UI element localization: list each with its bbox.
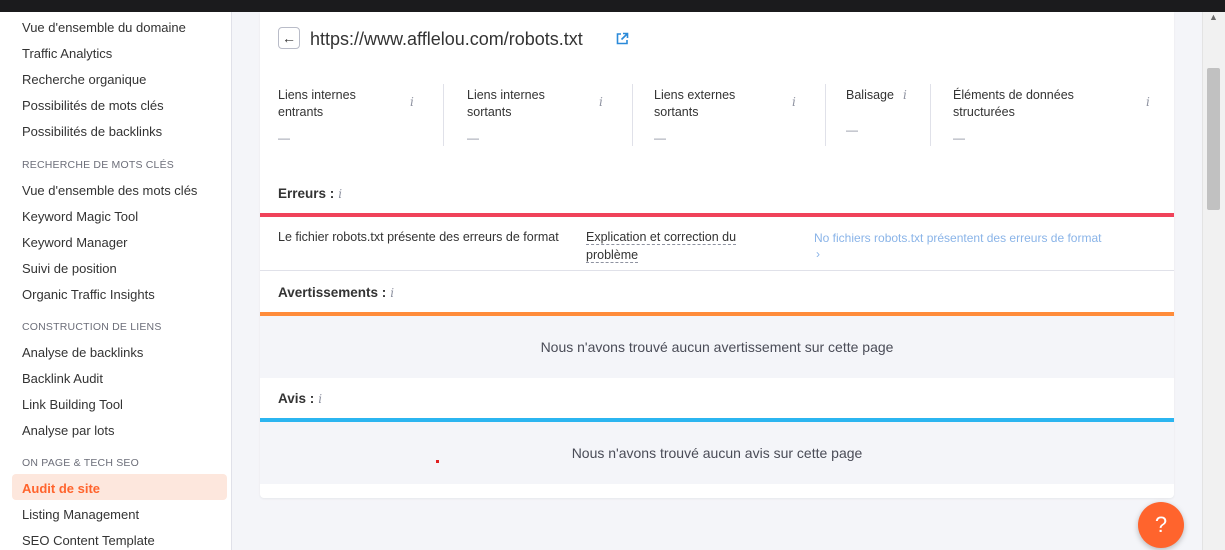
sidebar-item-site-audit[interactable]: Audit de site	[22, 481, 100, 497]
metric-value: —	[654, 131, 666, 145]
sidebar-item-organic-traffic-insights[interactable]: Organic Traffic Insights	[22, 287, 155, 303]
warnings-title-text: Avertissements :	[278, 285, 387, 300]
errors-title: Erreurs :i	[278, 186, 342, 201]
metric-value: —	[467, 131, 479, 145]
page-url: https://www.afflelou.com/robots.txt	[310, 29, 583, 49]
error-status-text[interactable]: No fichiers robots.txt présentent des er…	[814, 230, 1101, 246]
sidebar-item-position-tracking[interactable]: Suivi de position	[22, 261, 117, 277]
info-icon[interactable]: i	[792, 95, 796, 109]
sidebar-item-listing-management[interactable]: Listing Management	[22, 507, 139, 523]
sidebar-item-keyword-magic-tool[interactable]: Keyword Magic Tool	[22, 209, 138, 225]
metric-value: —	[278, 131, 290, 145]
sidebar-item-traffic-analytics[interactable]: Traffic Analytics	[22, 46, 112, 62]
page-scrollbar[interactable]: ▲	[1202, 12, 1225, 550]
info-icon[interactable]: i	[1146, 95, 1150, 109]
metric-label: Éléments de données structurées	[953, 88, 1074, 119]
info-icon[interactable]: i	[599, 95, 603, 109]
sidebar-item-seo-content-template[interactable]: SEO Content Template	[22, 533, 155, 549]
metric-label: Liens internes entrants	[278, 88, 356, 119]
info-icon[interactable]: i	[390, 286, 394, 300]
metric-outgoing-internal-links: Liens internes sortants i —	[467, 87, 617, 147]
sidebar-item-backlink-gap[interactable]: Possibilités de backlinks	[22, 124, 162, 140]
row-divider	[260, 270, 1174, 271]
metric-value: —	[953, 131, 965, 145]
notices-title: Avis :i	[278, 391, 322, 406]
sidebar-section-link-building: CONSTRUCTION DE LIENS	[22, 321, 162, 333]
scroll-up-arrow-icon[interactable]: ▲	[1209, 12, 1218, 22]
info-icon[interactable]: i	[338, 187, 342, 201]
metric-outgoing-external-links: Liens externes sortants i —	[654, 87, 804, 147]
metric-divider	[825, 84, 826, 146]
info-icon[interactable]: i	[410, 95, 414, 109]
sidebar-item-link-building-tool[interactable]: Link Building Tool	[22, 397, 123, 413]
help-button[interactable]: ?	[1138, 502, 1184, 548]
warnings-title: Avertissements :i	[278, 285, 394, 300]
page-report-card: ← https://www.afflelou.com/robots.txt Li…	[260, 12, 1174, 498]
error-status-link[interactable]: No fichiers robots.txt présentent des er…	[814, 230, 1101, 262]
arrow-left-icon: ←	[282, 30, 296, 46]
sidebar-section-onpage-tech-seo: ON PAGE & TECH SEO	[22, 457, 139, 469]
main-content: ← https://www.afflelou.com/robots.txt Li…	[232, 12, 1202, 550]
error-fix-link-text[interactable]: Explication et correction du problème	[586, 230, 737, 263]
metric-incoming-internal-links: Liens internes entrants i —	[278, 87, 428, 147]
notices-title-text: Avis :	[278, 391, 315, 406]
metric-label: Liens internes sortants	[467, 88, 545, 119]
sidebar-item-backlink-analytics[interactable]: Analyse de backlinks	[22, 345, 143, 361]
sidebar-item-keyword-overview[interactable]: Vue d'ensemble des mots clés	[22, 183, 197, 199]
sidebar-item-bulk-analysis[interactable]: Analyse par lots	[22, 423, 115, 439]
errors-title-text: Erreurs :	[278, 186, 335, 201]
notices-empty-state: Nous n'avons trouvé aucun avis sur cette…	[260, 422, 1174, 484]
sidebar-section-keyword-research: RECHERCHE DE MOTS CLÉS	[22, 159, 175, 171]
error-issue-text: Le fichier robots.txt présente des erreu…	[278, 230, 559, 244]
back-button[interactable]: ←	[278, 27, 300, 49]
scroll-thumb[interactable]	[1207, 68, 1220, 210]
sidebar-item-backlink-audit[interactable]: Backlink Audit	[22, 371, 103, 387]
sidebar-item-keyword-manager[interactable]: Keyword Manager	[22, 235, 128, 251]
metric-structured-data-items: Éléments de données structurées i —	[953, 87, 1153, 147]
metric-label: Liens externes sortants	[654, 88, 736, 119]
info-icon[interactable]: i	[903, 88, 907, 102]
metric-markup: Balisage i —	[846, 87, 936, 147]
sidebar-item-domain-overview[interactable]: Vue d'ensemble du domaine	[22, 20, 186, 36]
cursor-dot	[436, 460, 439, 463]
metric-divider	[443, 84, 444, 146]
metric-value: —	[846, 123, 858, 137]
warnings-empty-state: Nous n'avons trouvé aucun avertissement …	[260, 316, 1174, 378]
errors-color-bar	[260, 213, 1174, 217]
sidebar-item-organic-research[interactable]: Recherche organique	[22, 72, 146, 88]
info-icon[interactable]: i	[318, 392, 322, 406]
external-link-icon[interactable]	[615, 32, 629, 46]
metric-divider	[930, 84, 931, 146]
sidebar: Vue d'ensemble du domaine Traffic Analyt…	[0, 12, 232, 550]
chevron-right-icon[interactable]: ›	[814, 246, 1101, 262]
browser-top-strip	[0, 0, 1225, 12]
sidebar-item-keyword-gap[interactable]: Possibilités de mots clés	[22, 98, 164, 114]
metric-divider	[632, 84, 633, 146]
error-fix-link[interactable]: Explication et correction du problème	[586, 228, 776, 264]
